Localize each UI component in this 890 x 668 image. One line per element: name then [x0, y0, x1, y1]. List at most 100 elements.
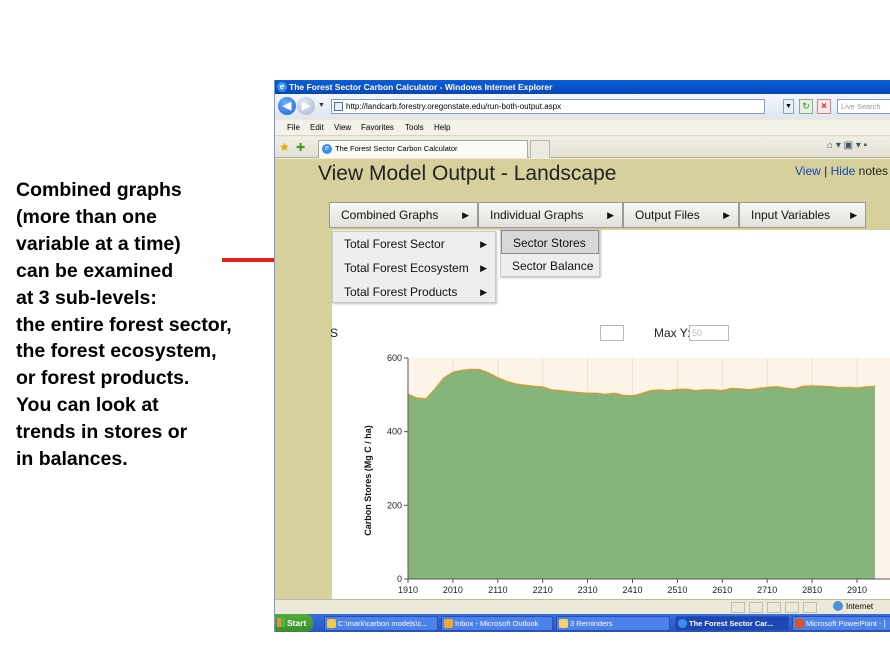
x-tick-label: 2610 — [712, 585, 732, 595]
zone-label: Internet — [846, 602, 874, 611]
individual-graphs-label: Individual Graphs — [490, 208, 584, 222]
ie-logo-icon: e — [277, 82, 287, 92]
recent-pages-dropdown-icon[interactable]: ▼ — [318, 102, 325, 109]
security-zone[interactable]: Internet — [833, 601, 873, 613]
output-files-button[interactable]: Output Files ▶ — [623, 202, 739, 228]
task-label: Inbox - Microsoft Outlook — [455, 619, 539, 628]
menu-file[interactable]: File — [287, 120, 300, 136]
chevron-right-icon: ▶ — [607, 210, 614, 220]
chevron-right-icon: ▶ — [480, 239, 487, 249]
slide-caption: Combined graphs (more than one variable at… — [16, 177, 278, 473]
submenu-total-forest-products[interactable]: Total Forest Products ▶ — [333, 280, 495, 304]
y-tick-label: 200 — [387, 500, 402, 510]
forward-button[interactable]: ▶ — [297, 97, 315, 115]
chevron-right-icon: ▶ — [723, 210, 730, 220]
menu-tools[interactable]: Tools — [405, 120, 424, 136]
y-tick-label: 400 — [387, 427, 402, 437]
search-input[interactable]: Live Search — [837, 99, 890, 114]
forest-sector-submenu: Sector Stores Sector Balance — [500, 229, 600, 277]
submenu-total-forest-ecosystem[interactable]: Total Forest Ecosystem ▶ — [333, 256, 495, 280]
command-bar-icons[interactable]: ⌂ ▾ ▣ ▾ ▪ — [827, 140, 867, 151]
taskbar: Start C:\mark\carbon models\c... Inbox -… — [275, 614, 890, 632]
address-dropdown-icon[interactable]: ▼ — [783, 99, 794, 114]
stop-button[interactable]: × — [817, 99, 831, 114]
x-tick-label: 2010 — [443, 585, 463, 595]
input-variables-button[interactable]: Input Variables ▶ — [739, 202, 866, 228]
chevron-right-icon: ▶ — [480, 263, 487, 273]
add-favorites-icon[interactable]: ✚ — [296, 140, 305, 156]
address-bar[interactable]: http://landcarb.forestry.oregonstate.edu… — [331, 99, 765, 114]
combined-graphs-label: Combined Graphs — [341, 208, 439, 222]
menu-help[interactable]: Help — [434, 120, 450, 136]
caption-line: in balances. — [16, 448, 128, 471]
y-tick-label: 0 — [397, 574, 402, 584]
back-button[interactable]: ◀ — [278, 97, 296, 115]
status-cell — [749, 602, 763, 613]
status-cell — [803, 602, 817, 613]
caption-line: at 3 sub-levels: — [16, 286, 157, 309]
caption-line: or forest products. — [16, 367, 190, 390]
chevron-right-icon: ▶ — [480, 287, 487, 297]
taskbar-item-reminders[interactable]: 3 Reminders — [556, 616, 670, 631]
caption-line: Combined graphs — [16, 179, 182, 201]
x-tick-label: 2510 — [667, 585, 687, 595]
tab-title: The Forest Sector Carbon Calculator — [335, 144, 458, 153]
start-button[interactable]: Start — [275, 614, 313, 632]
x-tick-label: 2810 — [802, 585, 822, 595]
x-tick-label: 2310 — [578, 585, 598, 595]
menu-bar: File Edit View Favorites Tools Help — [275, 120, 890, 136]
window-titlebar: e The Forest Sector Carbon Calculator - … — [275, 80, 890, 94]
status-cell — [767, 602, 781, 613]
submenu-label: Total Forest Products — [344, 285, 458, 299]
status-bar: Internet — [275, 599, 890, 614]
ie-icon — [678, 619, 687, 628]
y-axis-label: Carbon Stores (Mg C / ha) — [363, 425, 373, 536]
x-tick-label: 2410 — [622, 585, 642, 595]
start-label: Start — [287, 618, 307, 628]
y-tick-label: 600 — [387, 353, 402, 363]
chevron-right-icon: ▶ — [850, 210, 857, 220]
combined-graphs-button[interactable]: Combined Graphs ▶ — [329, 202, 478, 228]
menu-view[interactable]: View — [334, 120, 351, 136]
menu-favorites[interactable]: Favorites — [361, 120, 394, 136]
refresh-button[interactable]: ↻ — [799, 99, 813, 114]
x-tick-label: 2210 — [533, 585, 553, 595]
submenu-label: Total Forest Sector — [344, 237, 445, 251]
task-label: 3 Reminders — [570, 619, 613, 628]
browser-window: e The Forest Sector Carbon Calculator - … — [274, 80, 890, 632]
browser-tab[interactable]: e The Forest Sector Carbon Calculator — [318, 140, 528, 158]
task-label: The Forest Sector Car... — [689, 619, 774, 628]
x-tick-label: 1910 — [398, 585, 418, 595]
x-tick-label: 2910 — [847, 585, 867, 595]
caption-line: (more than one — [16, 205, 157, 228]
caption-line: trends in stores or — [16, 421, 188, 444]
submenu-total-forest-sector[interactable]: Total Forest Sector ▶ — [333, 232, 495, 256]
windows-logo-icon — [277, 618, 285, 627]
page-icon — [334, 102, 343, 111]
caption-line: You can look at — [16, 394, 159, 417]
tab-ie-icon: e — [322, 144, 332, 154]
outlook-icon — [444, 619, 453, 628]
caption-line: the forest ecosystem, — [16, 340, 217, 363]
chevron-right-icon: ▶ — [462, 210, 469, 220]
menu-edit[interactable]: Edit — [310, 120, 324, 136]
favorites-star-icon[interactable]: ★ — [279, 139, 290, 155]
area-forest-ecosystem-stores — [408, 369, 875, 579]
submenu-sector-stores[interactable]: Sector Stores — [501, 230, 599, 254]
bell-icon — [559, 619, 568, 628]
window-title: The Forest Sector Carbon Calculator - Wi… — [289, 82, 553, 92]
status-cell — [785, 602, 799, 613]
new-tab-button[interactable] — [530, 140, 550, 158]
submenu-sector-balance[interactable]: Sector Balance — [501, 254, 599, 278]
globe-icon — [833, 601, 843, 611]
taskbar-item-powerpoint[interactable]: Microsoft PowerPoint - [ — [792, 616, 890, 631]
x-tick-label: 2710 — [757, 585, 777, 595]
individual-graphs-button[interactable]: Individual Graphs ▶ — [478, 202, 623, 228]
taskbar-item-outlook[interactable]: Inbox - Microsoft Outlook — [441, 616, 553, 631]
page-content: View Model Output - Landscape View | Hid… — [275, 159, 890, 600]
status-cell — [731, 602, 745, 613]
caption-line: the entire forest sector, — [16, 313, 232, 336]
taskbar-item-explorer[interactable]: C:\mark\carbon models\c... — [324, 616, 438, 631]
task-label: Microsoft PowerPoint - [ — [806, 619, 886, 628]
taskbar-item-ie[interactable]: The Forest Sector Car... — [675, 616, 789, 631]
